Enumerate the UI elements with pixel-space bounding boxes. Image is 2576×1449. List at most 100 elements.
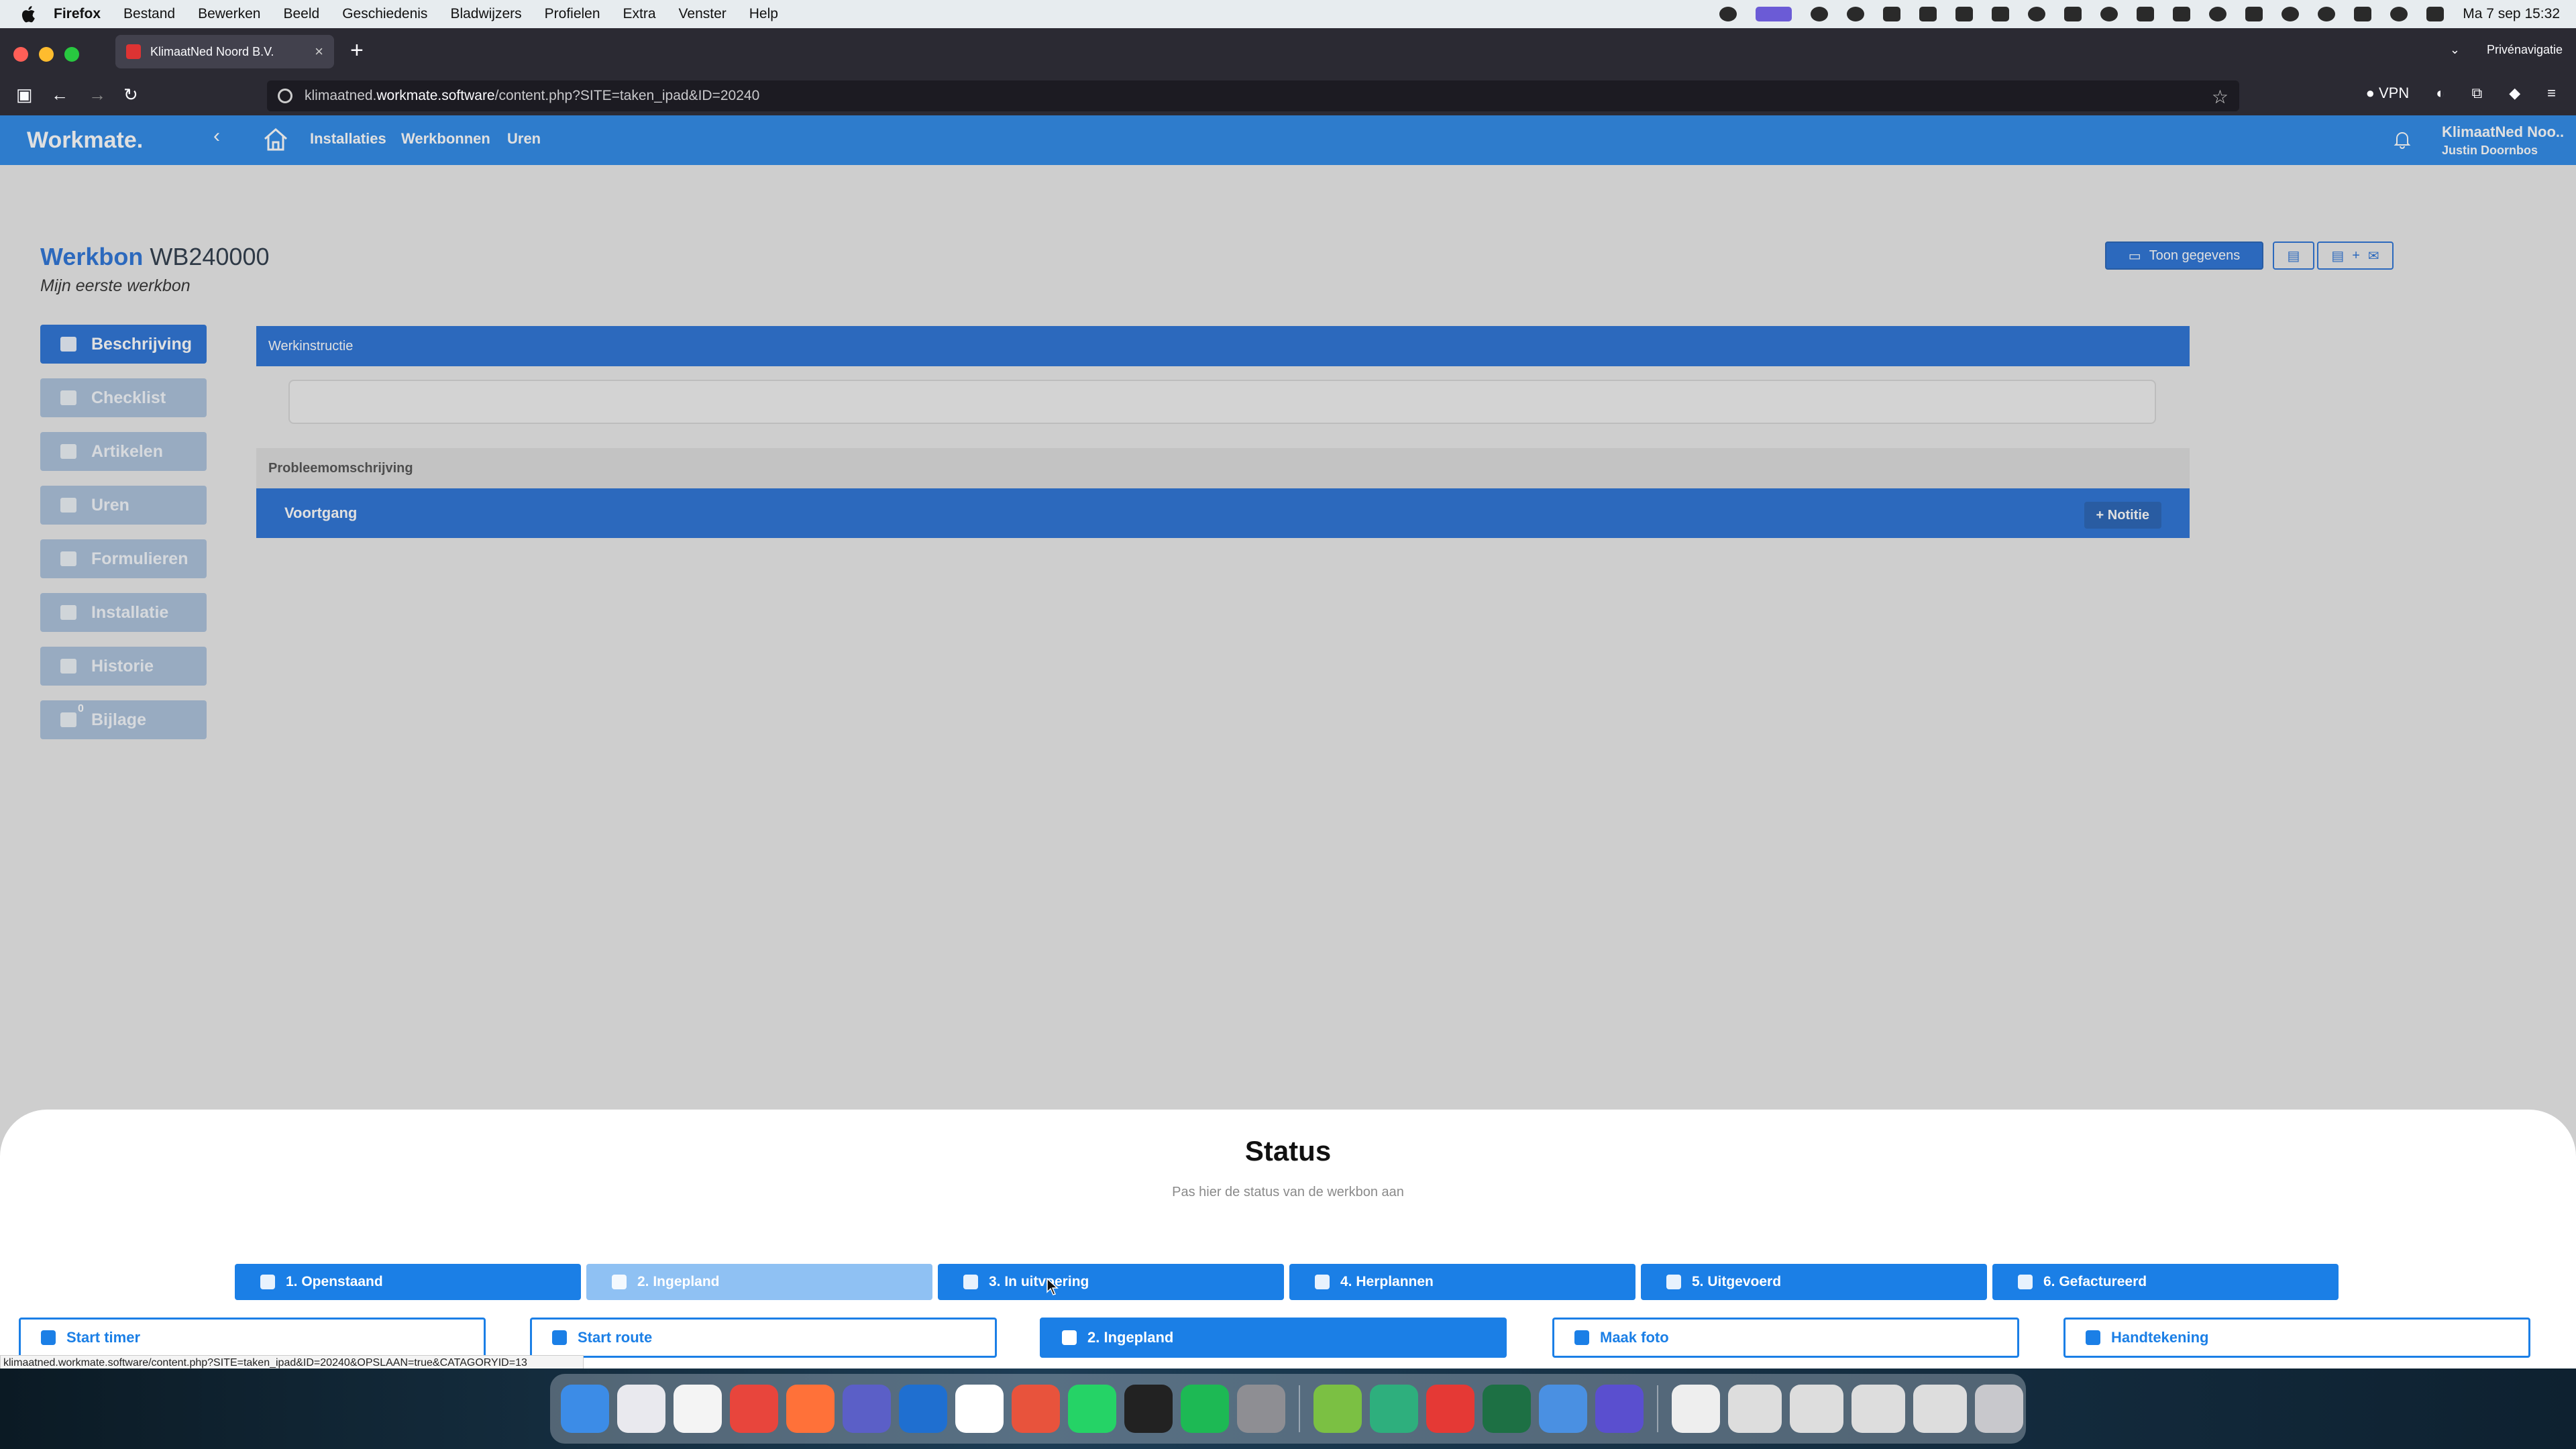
bookmark-star-icon[interactable]: ☆ xyxy=(2212,86,2229,108)
document-icon[interactable] xyxy=(1672,1385,1720,1433)
cloud-icon[interactable] xyxy=(1919,7,1937,21)
window-controls xyxy=(13,47,79,62)
puzzle-icon[interactable] xyxy=(2137,7,2155,21)
menu-clock[interactable]: Ma 7 sep 15:32 xyxy=(2463,6,2560,22)
play-icon[interactable] xyxy=(2318,7,2336,21)
search-icon[interactable] xyxy=(1719,7,1737,21)
compass-icon[interactable] xyxy=(2209,7,2227,21)
private-browsing-label[interactable]: Privénavigatie xyxy=(2487,43,2563,57)
battery-icon[interactable] xyxy=(2354,7,2372,21)
url-domain: workmate.software xyxy=(376,88,495,103)
status-ingepland-button[interactable]: 2. Ingepland xyxy=(586,1264,932,1300)
vpn-label: VPN xyxy=(2378,85,2410,101)
trash-icon[interactable] xyxy=(1975,1385,2023,1433)
dock xyxy=(550,1374,2026,1444)
zoom-window-icon[interactable] xyxy=(64,47,79,62)
spotlight-icon[interactable] xyxy=(2390,7,2408,21)
close-window-icon[interactable] xyxy=(13,47,28,62)
cloud-icon[interactable] xyxy=(1883,7,1901,21)
repeat-icon xyxy=(1315,1275,1330,1289)
url-bar[interactable]: klimaatned. workmate.software/content.php… xyxy=(267,80,2239,111)
new-tab-icon[interactable]: + xyxy=(350,38,364,64)
pdf-app-icon[interactable] xyxy=(1426,1385,1474,1433)
site-info-icon[interactable] xyxy=(278,89,292,103)
wifi-icon[interactable] xyxy=(2282,7,2300,21)
file-stack-icon[interactable] xyxy=(1851,1385,1905,1433)
extensions-icon[interactable]: ⧉ xyxy=(2472,85,2483,102)
account-icon[interactable]: ◐ xyxy=(2436,85,2445,102)
launchpad-icon[interactable] xyxy=(617,1385,665,1433)
status-in-uitvoering-button[interactable]: 3. In uitvoering xyxy=(938,1264,1284,1300)
audio-meter-icon[interactable] xyxy=(1124,1385,1173,1433)
menu-beeld[interactable]: Beeld xyxy=(283,6,319,22)
handtekening-button[interactable]: Handtekening xyxy=(2063,1318,2530,1358)
status-uitgevoerd-button[interactable]: 5. Uitgevoerd xyxy=(1641,1264,1987,1300)
file-stack-icon[interactable] xyxy=(1790,1385,1843,1433)
back-icon[interactable]: ← xyxy=(51,85,68,105)
screen-share-icon[interactable] xyxy=(1756,7,1792,21)
spotify-icon[interactable] xyxy=(1181,1385,1229,1433)
whatsapp-icon[interactable] xyxy=(1068,1385,1116,1433)
game-controller-icon[interactable] xyxy=(1955,7,1974,21)
excel-icon[interactable] xyxy=(1483,1385,1531,1433)
claude-icon[interactable] xyxy=(1012,1385,1060,1433)
reminders-icon[interactable] xyxy=(674,1385,722,1433)
apple-icon[interactable] xyxy=(20,5,36,23)
vpn-button[interactable]: ● VPN xyxy=(2366,85,2410,102)
notion-icon[interactable] xyxy=(2064,7,2082,21)
outlook-icon[interactable] xyxy=(899,1385,947,1433)
forward-icon[interactable]: → xyxy=(89,85,106,105)
browser-tab-bar: KlimaatNed Noord B.V. × + ⌄ Privénavigat… xyxy=(0,28,2576,76)
menu-venster[interactable]: Venster xyxy=(679,6,727,22)
robot-app-icon[interactable] xyxy=(1539,1385,1587,1433)
status-openstaand-button[interactable]: 1. Openstaand xyxy=(235,1264,581,1300)
menu-geschiedenis[interactable]: Geschiedenis xyxy=(342,6,427,22)
fire-icon[interactable]: ◆ xyxy=(2509,85,2520,102)
spiral-icon[interactable] xyxy=(1847,7,1865,21)
reload-icon[interactable]: ↻ xyxy=(123,85,138,105)
chevron-down-icon[interactable]: ⌄ xyxy=(2450,43,2460,57)
control-center-icon[interactable] xyxy=(2426,7,2445,21)
menu-extra[interactable]: Extra xyxy=(623,6,656,22)
status-label: 4. Herplannen xyxy=(1340,1274,1434,1289)
notion-icon[interactable] xyxy=(955,1385,1004,1433)
pdf-icon[interactable] xyxy=(1992,7,2010,21)
chrome-icon[interactable] xyxy=(730,1385,778,1433)
display-icon[interactable] xyxy=(2245,7,2263,21)
firefox-icon[interactable] xyxy=(786,1385,835,1433)
maak-foto-button[interactable]: Maak foto xyxy=(1552,1318,2019,1358)
browser-tab[interactable]: KlimaatNed Noord B.V. × xyxy=(115,35,334,68)
current-status-button[interactable]: 2. Ingepland xyxy=(1040,1318,1507,1358)
spiral-app-icon[interactable] xyxy=(1313,1385,1362,1433)
menu-firefox[interactable]: Firefox xyxy=(54,6,101,22)
menu-bewerken[interactable]: Bewerken xyxy=(198,6,260,22)
sidebar-toggle-icon[interactable]: ▣ xyxy=(16,85,33,105)
minimize-window-icon[interactable] xyxy=(39,47,54,62)
g-app-icon[interactable] xyxy=(1595,1385,1644,1433)
macos-menu-bar: Firefox Bestand Bewerken Beeld Geschiede… xyxy=(0,0,2576,28)
owl-icon[interactable] xyxy=(2028,7,2046,21)
menu-help[interactable]: Help xyxy=(749,6,778,22)
system-settings-icon[interactable] xyxy=(1237,1385,1285,1433)
start-timer-button[interactable]: Start timer xyxy=(19,1318,486,1358)
calendar-icon xyxy=(612,1275,627,1289)
menu-bestand[interactable]: Bestand xyxy=(123,6,175,22)
status-title: Status xyxy=(1244,1135,1332,1167)
finder-icon[interactable] xyxy=(561,1385,609,1433)
file-stack-icon[interactable] xyxy=(1913,1385,1967,1433)
close-tab-icon[interactable]: × xyxy=(315,43,323,60)
file-stack-icon[interactable] xyxy=(1728,1385,1782,1433)
hamburger-menu-icon[interactable]: ≡ xyxy=(2547,85,2556,102)
start-route-button[interactable]: Start route xyxy=(530,1318,997,1358)
menu-bladwijzers[interactable]: Bladwijzers xyxy=(450,6,521,22)
status-gefactureerd-button[interactable]: 6. Gefactureerd xyxy=(1992,1264,2339,1300)
sparkle-icon[interactable] xyxy=(1811,7,1829,21)
teams-icon[interactable] xyxy=(843,1385,891,1433)
browser-nav-bar: ▣ ← → ↻ klimaatned. workmate.software/con… xyxy=(0,76,2576,115)
search-app-icon[interactable] xyxy=(2100,7,2118,21)
stocks-app-icon[interactable] xyxy=(1370,1385,1418,1433)
menu-profielen[interactable]: Profielen xyxy=(545,6,600,22)
status-herplannen-button[interactable]: 4. Herplannen xyxy=(1289,1264,1635,1300)
route-icon xyxy=(552,1330,567,1345)
keyboard-icon[interactable] xyxy=(2173,7,2191,21)
